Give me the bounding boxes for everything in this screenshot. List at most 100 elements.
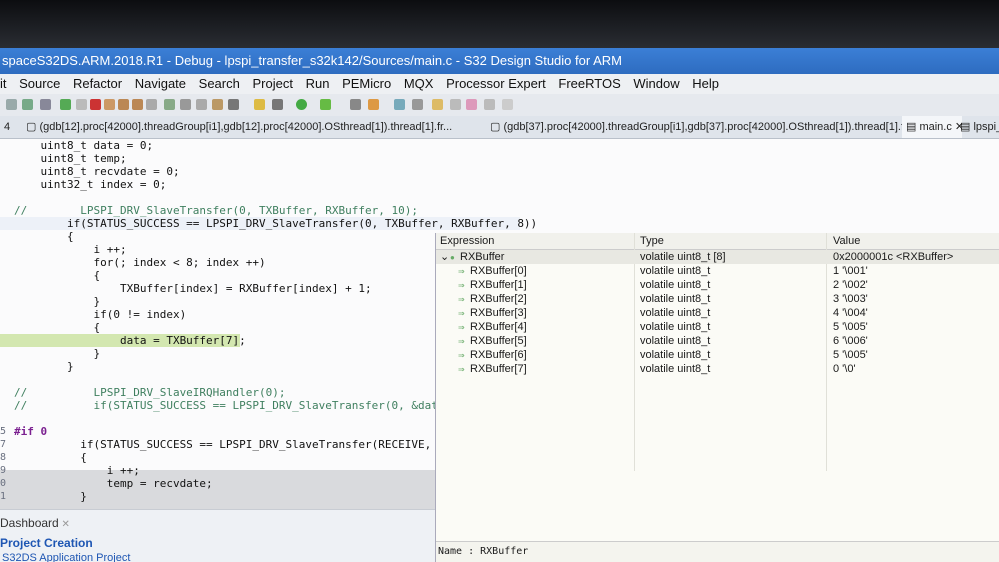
menu-item-refactor[interactable]: Refactor [73, 74, 122, 94]
code-line: } [14, 295, 101, 308]
expression-type: volatile uint8_t [640, 363, 711, 375]
menu-item-source[interactable]: Source [19, 74, 60, 94]
array-element-icon: ⇒ [458, 267, 465, 276]
run-icon[interactable] [296, 99, 307, 110]
code-line: { [14, 321, 101, 334]
expression-value: 6 '\006' [833, 335, 868, 347]
toolbar-icon[interactable] [450, 99, 461, 110]
menu-bar: it Source Refactor Navigate Search Proje… [0, 74, 999, 94]
table-row[interactable]: ⇒ RXBuffer[4] volatile uint8_t 5 '\005' [436, 320, 999, 334]
suspend-icon[interactable] [76, 99, 87, 110]
expression-name: RXBuffer[3] [470, 307, 527, 319]
column-expression[interactable]: Expression [440, 233, 494, 249]
toolbar-icon[interactable] [22, 99, 33, 110]
code-line: // if(STATUS_SUCCESS == LPSPI_DRV_SlaveT… [14, 399, 465, 412]
toolbar-icon[interactable] [350, 99, 361, 110]
code-line: // LPSPI_DRV_SlaveIRQHandler(0); [14, 386, 286, 399]
toolbar-icon[interactable] [484, 99, 495, 110]
menu-item-project[interactable]: Project [252, 74, 292, 94]
code-line: } [14, 490, 87, 503]
code-line: i ++; [14, 243, 127, 256]
code-line: TXBuffer[index] = RXBuffer[index] + 1; [14, 282, 372, 295]
array-element-icon: ⇒ [458, 351, 465, 360]
toolbar-icon[interactable] [180, 99, 191, 110]
toolbar-icon[interactable] [228, 99, 239, 110]
toolbar-icon[interactable] [6, 99, 17, 110]
table-row[interactable]: ⇒ RXBuffer[6] volatile uint8_t 5 '\005' [436, 348, 999, 362]
toolbar-icon[interactable] [164, 99, 175, 110]
table-row[interactable]: ⇒ RXBuffer[1] volatile uint8_t 2 '\002' [436, 278, 999, 292]
project-creation-heading: Project Creation [0, 536, 93, 550]
table-row[interactable]: ⇒ RXBuffer[5] volatile uint8_t 6 '\006' [436, 334, 999, 348]
expression-name: RXBuffer[1] [470, 279, 527, 291]
menu-item-mqx[interactable]: MQX [404, 74, 434, 94]
expression-type: volatile uint8_t [640, 293, 711, 305]
expression-value: 1 '\001' [833, 265, 868, 277]
menu-item-help[interactable]: Help [692, 74, 719, 94]
toolbar-icon[interactable] [212, 99, 223, 110]
line-number: 7 [0, 439, 7, 450]
menu-item-freertos[interactable]: FreeRTOS [558, 74, 620, 94]
toolbar-icon[interactable] [368, 99, 379, 110]
toolbar-icon[interactable] [40, 99, 51, 110]
close-icon[interactable]: ✕ [59, 519, 69, 530]
column-value[interactable]: Value [833, 233, 860, 249]
code-line: uint32_t index = 0; [14, 178, 167, 191]
c-file-icon: ▢ [490, 121, 504, 133]
expression-name: RXBuffer[6] [470, 349, 527, 361]
table-row[interactable]: ⌄ ● RXBuffer volatile uint8_t [8] 0x2000… [436, 250, 999, 264]
expression-name: RXBuffer[5] [470, 335, 527, 347]
step-return-icon[interactable] [146, 99, 157, 110]
window-title: spaceS32DS.ARM.2018.R1 - Debug - lpspi_t… [0, 48, 999, 74]
c-file-icon: ▤ [960, 121, 974, 133]
toolbar-icon[interactable] [412, 99, 423, 110]
expression-name: RXBuffer[0] [470, 265, 527, 277]
tab-main-c[interactable]: ▤ main.c ✕ [902, 116, 962, 138]
resume-icon[interactable] [60, 99, 71, 110]
monitor-bezel [0, 0, 999, 48]
expression-type: volatile uint8_t [640, 321, 711, 333]
menu-item-file[interactable]: it [0, 74, 7, 94]
table-row[interactable]: ⇒ RXBuffer[2] volatile uint8_t 3 '\003' [436, 292, 999, 306]
toolbar-icon[interactable] [502, 99, 513, 110]
menu-item-search[interactable]: Search [199, 74, 240, 94]
toolbar-icon[interactable] [254, 99, 265, 110]
collapse-arrow-icon[interactable]: ⌄ [440, 250, 449, 264]
tab-debug-thread-2[interactable]: ▢ (gdb[37].proc[42000].threadGroup[i1],g… [486, 116, 902, 138]
menu-item-processor-expert[interactable]: Processor Expert [446, 74, 546, 94]
tab-dashboard[interactable]: Dashboard ✕ [0, 516, 70, 530]
expression-value: 0x2000001c <RXBuffer> [833, 251, 954, 263]
table-row[interactable]: ⇒ RXBuffer[3] volatile uint8_t 4 '\004' [436, 306, 999, 320]
line-number: 5 [0, 426, 7, 437]
toolbar [0, 94, 999, 117]
table-row[interactable]: ⇒ RXBuffer[0] volatile uint8_t 1 '\001' [436, 264, 999, 278]
toolbar-icon[interactable] [466, 99, 477, 110]
s32ds-application-project-link[interactable]: S32DS Application Project [2, 552, 130, 562]
toolbar-icon[interactable] [432, 99, 443, 110]
expression-type: volatile uint8_t [640, 279, 711, 291]
disconnect-icon[interactable] [104, 99, 115, 110]
expression-type: volatile uint8_t [8] [640, 251, 726, 263]
array-element-icon: ⇒ [458, 281, 465, 290]
menu-item-navigate[interactable]: Navigate [135, 74, 186, 94]
expression-type: volatile uint8_t [640, 349, 711, 361]
expression-value: 3 '\003' [833, 293, 868, 305]
tab-debug-thread-1[interactable]: ▢ (gdb[12].proc[42000].threadGroup[i1],g… [22, 116, 485, 138]
menu-item-run[interactable]: Run [306, 74, 330, 94]
tab-lpspi-slave[interactable]: ▤ lpspi_sla [956, 116, 999, 138]
code-line: #if 0 [14, 425, 48, 438]
column-type[interactable]: Type [640, 233, 664, 249]
step-over-icon[interactable] [132, 99, 143, 110]
toolbar-icon[interactable] [196, 99, 207, 110]
ide-window: spaceS32DS.ARM.2018.R1 - Debug - lpspi_t… [0, 48, 999, 562]
menu-item-window[interactable]: Window [633, 74, 679, 94]
array-element-icon: ⇒ [458, 309, 465, 318]
menu-item-pemicro[interactable]: PEMicro [342, 74, 391, 94]
toolbar-icon[interactable] [272, 99, 283, 110]
terminate-icon[interactable] [90, 99, 101, 110]
step-into-icon[interactable] [118, 99, 129, 110]
toolbar-icon[interactable] [394, 99, 405, 110]
debug-icon[interactable] [320, 99, 331, 110]
table-row[interactable]: ⇒ RXBuffer[7] volatile uint8_t 0 '\0' [436, 362, 999, 376]
tab-overflow-count[interactable]: 4 [0, 116, 22, 138]
